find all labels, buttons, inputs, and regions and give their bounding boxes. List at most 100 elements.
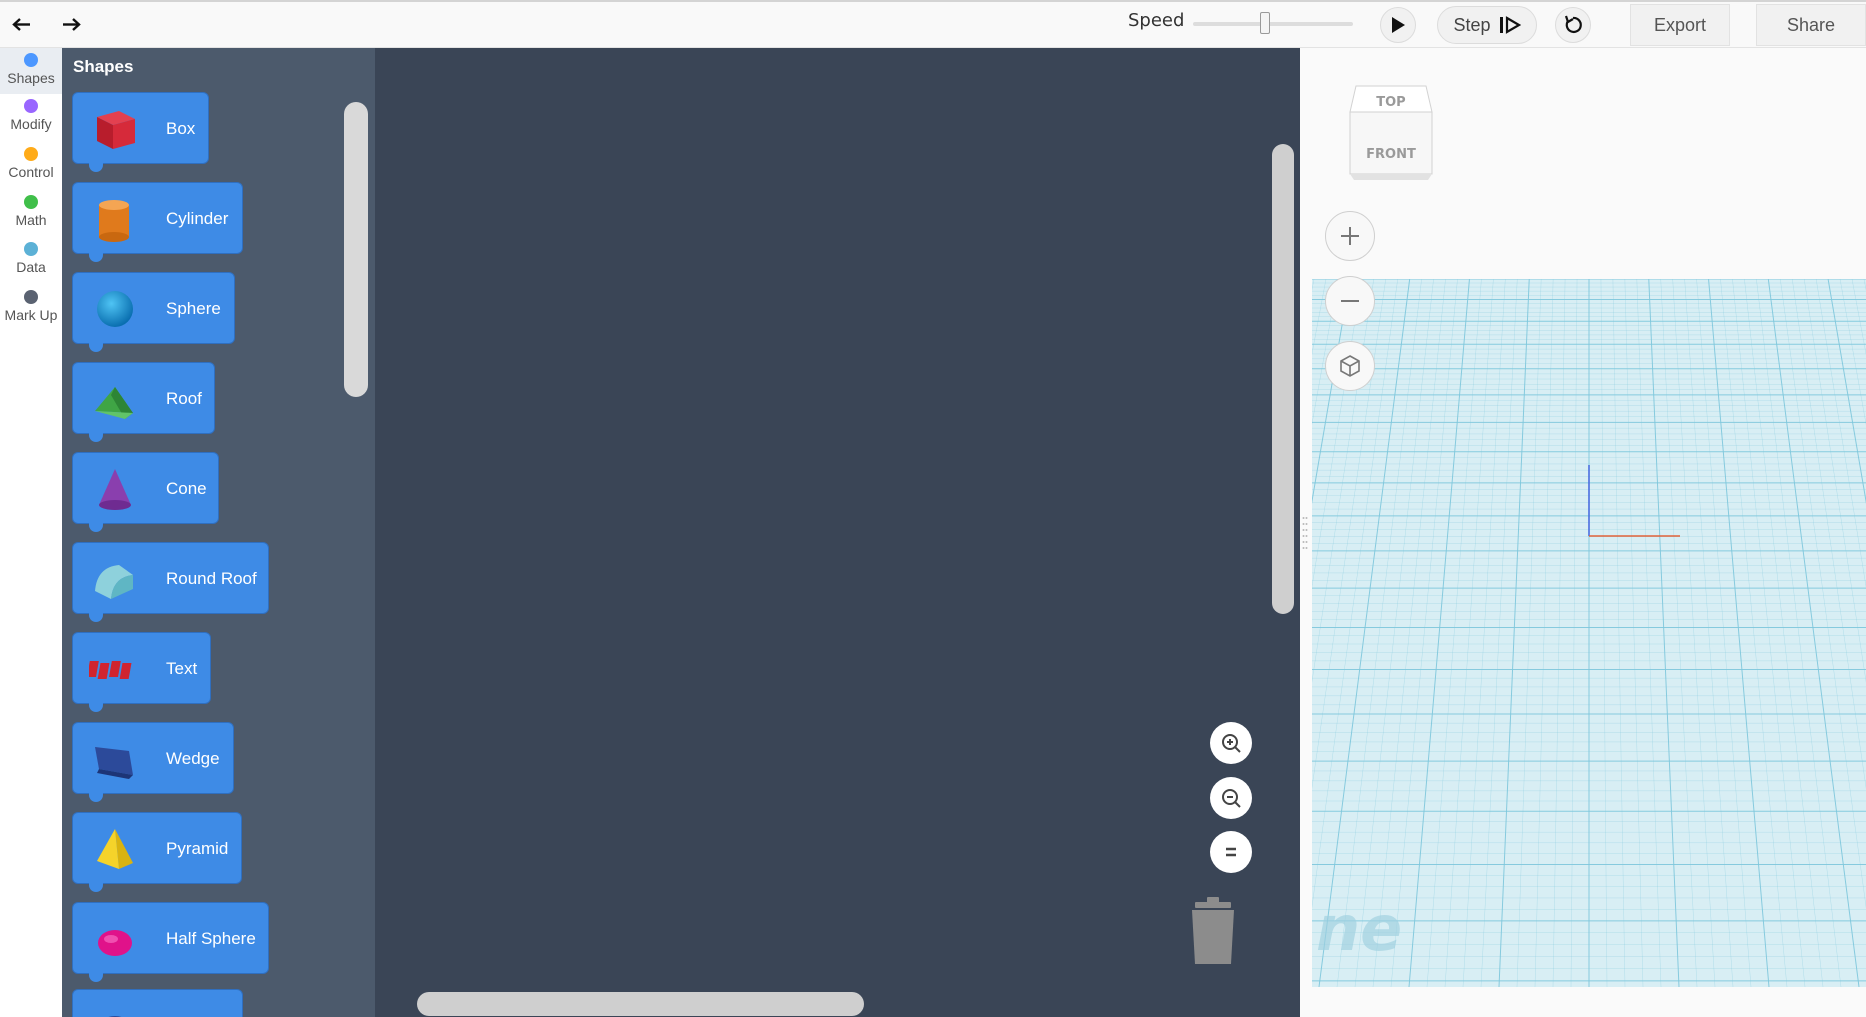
- block-notch: [89, 793, 103, 802]
- home-view-button[interactable]: [1325, 341, 1375, 391]
- view-cube[interactable]: TOP FRONT: [1348, 78, 1434, 182]
- block-notch: [89, 163, 103, 172]
- workspace-horizontal-scrollbar[interactable]: [417, 992, 864, 1016]
- text-shape-icon: [89, 661, 132, 679]
- block-partial[interactable]: [72, 989, 243, 1017]
- category-dot-control: [24, 147, 38, 161]
- block-round-roof[interactable]: Round Roof: [72, 542, 269, 622]
- viewport-zoom-out-button[interactable]: [1325, 276, 1375, 326]
- block-label: Box: [166, 119, 196, 138]
- play-icon: [1392, 17, 1405, 33]
- block-box[interactable]: Box: [72, 92, 209, 172]
- redo-icon[interactable]: [58, 12, 84, 38]
- palette-title: Shapes: [73, 57, 134, 76]
- home-view-cube-icon: [1340, 355, 1360, 377]
- block-notch: [89, 343, 103, 352]
- category-dot-shapes: [24, 53, 38, 67]
- block-notch: [89, 613, 103, 622]
- category-rail: Shapes Modify Control Math Data Mark Up: [0, 48, 62, 1017]
- speed-slider-thumb[interactable]: [1260, 12, 1270, 34]
- view-cube-front-label: FRONT: [1366, 147, 1416, 162]
- block-wedge[interactable]: Wedge: [72, 722, 234, 802]
- cylinder-shape-icon: [99, 200, 129, 242]
- category-dot-data: [24, 242, 38, 256]
- panel-resize-handle[interactable]: [1302, 515, 1308, 555]
- block-label: Pyramid: [166, 839, 229, 858]
- box-shape-icon: [97, 111, 135, 149]
- block-label: Round Roof: [166, 569, 257, 588]
- block-notch: [89, 433, 103, 442]
- category-shapes[interactable]: Shapes: [0, 48, 62, 94]
- zoom-in-icon: [1222, 734, 1241, 753]
- step-label: Step: [1453, 14, 1491, 35]
- zoom-in-button[interactable]: [1210, 722, 1252, 764]
- category-modify[interactable]: Modify: [0, 96, 62, 142]
- half-sphere-shape-icon: [98, 930, 132, 956]
- view-cube-top-label: TOP: [1376, 95, 1405, 110]
- block-notch: [89, 703, 103, 712]
- block-half-sphere[interactable]: Half Sphere: [72, 902, 269, 982]
- play-button[interactable]: [1380, 7, 1416, 43]
- workplane-watermark: ne: [1316, 892, 1403, 965]
- block-notch: [89, 523, 103, 532]
- top-toolbar: Speed Step Export Share: [0, 0, 1866, 48]
- pyramid-shape-icon: [97, 829, 133, 869]
- sphere-shape-icon: [97, 291, 133, 327]
- code-workspace[interactable]: [375, 48, 1300, 1017]
- trash-icon[interactable]: [1187, 896, 1239, 966]
- round-roof-shape-icon: [95, 565, 133, 599]
- category-dot-math: [24, 195, 38, 209]
- zoom-out-icon: [1222, 789, 1241, 808]
- category-control[interactable]: Control: [0, 144, 62, 190]
- cone-shape-icon: [99, 469, 131, 510]
- palette-scrollbar[interactable]: [344, 102, 368, 397]
- category-mark-up[interactable]: Mark Up: [0, 287, 62, 333]
- block-notch: [89, 883, 103, 892]
- workplane-grid[interactable]: [1312, 279, 1866, 987]
- category-label: Shapes: [7, 70, 55, 86]
- roof-shape-icon: [95, 387, 133, 419]
- partial-shape-icon: [108, 1016, 122, 1017]
- block-label: Text: [166, 659, 198, 678]
- category-data[interactable]: Data: [0, 239, 62, 285]
- workspace-vertical-scrollbar[interactable]: [1272, 144, 1294, 614]
- block-notch: [89, 253, 103, 262]
- category-dot-modify: [24, 99, 38, 113]
- block-label: Sphere: [166, 299, 221, 318]
- zoom-reset-icon: [1226, 847, 1236, 857]
- step-button[interactable]: Step: [1437, 6, 1537, 44]
- viewport-zoom-in-button[interactable]: [1325, 211, 1375, 261]
- zoom-reset-button[interactable]: [1210, 831, 1252, 873]
- speed-slider-track[interactable]: [1193, 22, 1353, 26]
- block-pyramid[interactable]: Pyramid: [72, 812, 242, 892]
- category-label: Modify: [10, 116, 52, 132]
- block-text[interactable]: Text: [72, 632, 211, 712]
- export-button[interactable]: Export: [1630, 4, 1730, 46]
- undo-icon[interactable]: [9, 12, 35, 38]
- reset-icon: [1564, 15, 1582, 34]
- block-label: Cylinder: [166, 209, 229, 228]
- block-sphere[interactable]: Sphere: [72, 272, 235, 352]
- category-math[interactable]: Math: [0, 192, 62, 238]
- zoom-out-button[interactable]: [1210, 777, 1252, 819]
- category-label: Mark Up: [4, 307, 58, 323]
- block-label: Cone: [166, 479, 207, 498]
- category-label: Control: [8, 164, 54, 180]
- plus-icon: [1341, 227, 1359, 245]
- category-label: Data: [16, 259, 46, 275]
- speed-label: Speed: [1128, 10, 1185, 31]
- minus-icon: [1341, 300, 1359, 302]
- block-cone[interactable]: Cone: [72, 452, 219, 532]
- step-forward-icon: [1499, 16, 1521, 34]
- share-button[interactable]: Share: [1756, 4, 1866, 46]
- block-label: Roof: [166, 389, 202, 408]
- block-cylinder[interactable]: Cylinder: [72, 182, 243, 262]
- block-roof[interactable]: Roof: [72, 362, 215, 442]
- reset-button[interactable]: [1555, 7, 1591, 43]
- category-label: Math: [15, 212, 47, 228]
- category-dot-mark-up: [24, 290, 38, 304]
- block-palette: Shapes Box Cylinder Sphere Roof Cone Rou…: [62, 48, 375, 1017]
- wedge-shape-icon: [95, 747, 133, 779]
- block-label: Half Sphere: [166, 929, 256, 948]
- block-label: Wedge: [166, 749, 220, 768]
